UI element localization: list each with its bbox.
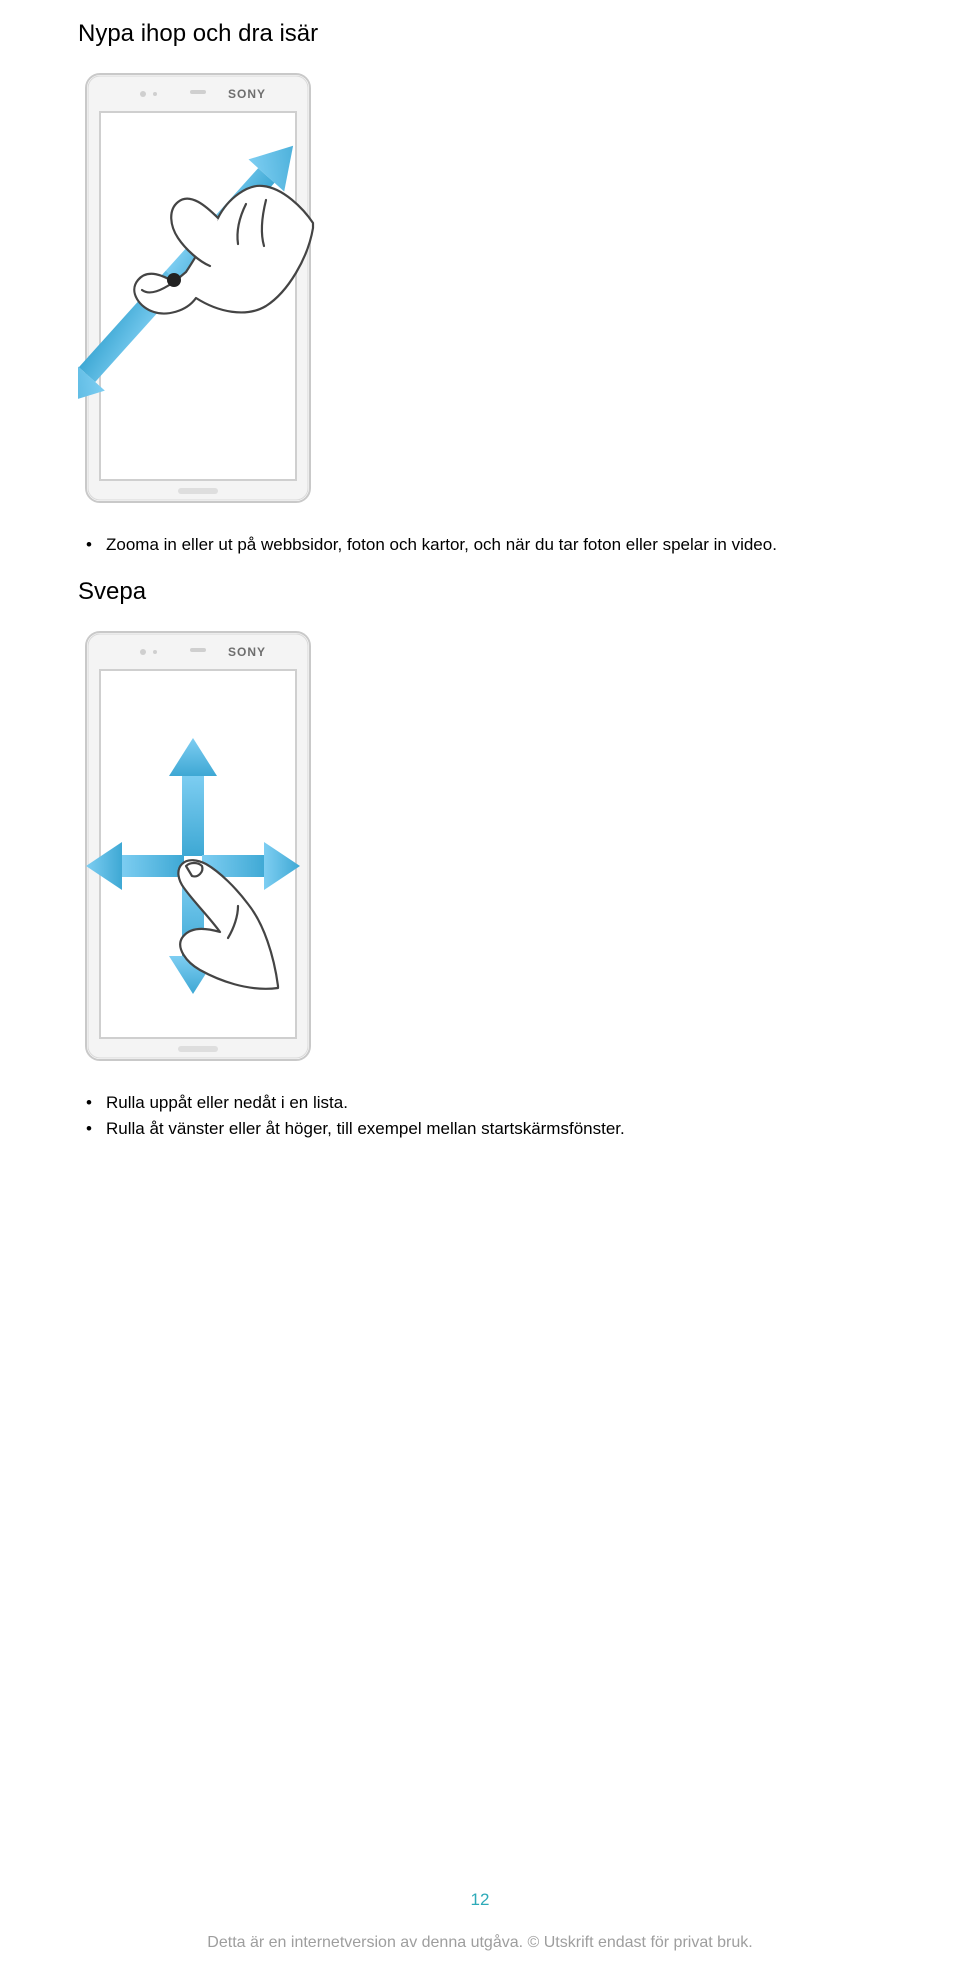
bullet-item: • Rulla uppåt eller nedåt i en lista. — [78, 1091, 882, 1116]
pinch-illustration: SONY — [78, 68, 882, 513]
page-number: 12 — [0, 1890, 960, 1910]
bullet-dot-icon: • — [78, 533, 106, 558]
bullet-text: Rulla uppåt eller nedåt i en lista. — [106, 1091, 348, 1116]
bullet-text: Zooma in eller ut på webbsidor, foton oc… — [106, 533, 777, 558]
pinch-bullet-block: • Zooma in eller ut på webbsidor, foton … — [78, 533, 882, 558]
swipe-illustration: SONY — [78, 626, 882, 1071]
phone-pinch-icon: SONY — [78, 68, 318, 508]
bullet-dot-icon: • — [78, 1117, 106, 1142]
section-heading-pinch: Nypa ihop och dra isär — [78, 20, 882, 48]
bullet-dot-icon: • — [78, 1091, 106, 1116]
bullet-item: • Zooma in eller ut på webbsidor, foton … — [78, 533, 882, 558]
svg-text:SONY: SONY — [228, 87, 266, 101]
page-content: Nypa ihop och dra isär SONY — [0, 0, 960, 1142]
phone-swipe-icon: SONY — [78, 626, 318, 1066]
svg-text:SONY: SONY — [228, 645, 266, 659]
bullet-text: Rulla åt vänster eller åt höger, till ex… — [106, 1117, 625, 1142]
section-heading-swipe: Svepa — [78, 578, 882, 606]
swipe-bullet-block: • Rulla uppåt eller nedåt i en lista. • … — [78, 1091, 882, 1142]
footer-note: Detta är en internetversion av denna utg… — [0, 1934, 960, 1952]
bullet-item: • Rulla åt vänster eller åt höger, till … — [78, 1117, 882, 1142]
